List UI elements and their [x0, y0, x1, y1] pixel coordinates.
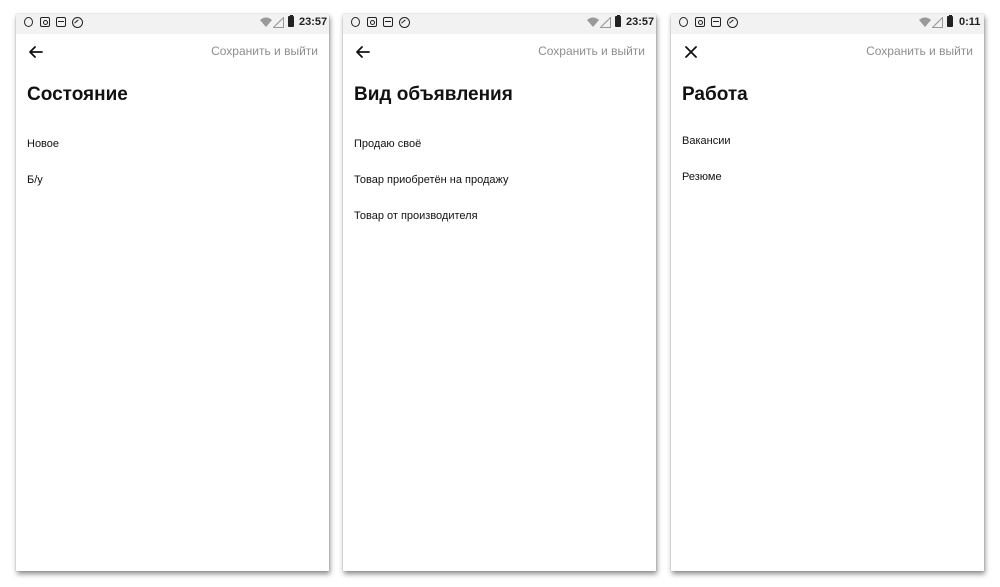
battery-icon: [615, 14, 621, 27]
back-arrow-icon[interactable]: [26, 42, 46, 62]
screen-ad-type: 23:57 Сохранить и выйти Вид объявления П…: [343, 14, 656, 571]
save-and-exit-button[interactable]: Сохранить и выйти: [866, 44, 973, 58]
toolbar: Сохранить и выйти: [671, 34, 984, 70]
toolbar: Сохранить и выйти: [343, 34, 656, 70]
back-arrow-icon[interactable]: [353, 42, 373, 62]
status-time: 23:57: [299, 16, 328, 28]
opera-icon: [679, 17, 688, 27]
page-title: Состояние: [27, 84, 128, 105]
option-new[interactable]: Новое: [27, 138, 59, 150]
battery-icon: [288, 14, 294, 27]
signal-icon: [932, 17, 943, 28]
vpn-icon: [399, 16, 410, 28]
battery-icon: [947, 14, 953, 27]
vpn-icon: [727, 16, 738, 28]
status-time: 23:57: [626, 16, 655, 28]
toolbar: Сохранить и выйти: [16, 34, 329, 70]
signal-icon: [273, 17, 284, 28]
message-icon: [711, 17, 721, 27]
option-resume[interactable]: Резюме: [682, 171, 722, 183]
message-icon: [56, 17, 66, 27]
page-title: Работа: [682, 84, 748, 105]
instagram-icon: [695, 17, 705, 27]
status-bar: 23:57: [343, 14, 656, 34]
wifi-icon: [919, 17, 931, 27]
screen-condition: 23:57 Сохранить и выйти Состояние Новое …: [16, 14, 329, 571]
option-bought-for-resale[interactable]: Товар приобретён на продажу: [354, 174, 509, 186]
opera-icon: [24, 17, 33, 27]
message-icon: [383, 17, 393, 27]
option-selling-own[interactable]: Продаю своё: [354, 138, 421, 150]
wifi-icon: [587, 17, 599, 27]
instagram-icon: [367, 17, 377, 27]
option-used[interactable]: Б/у: [27, 174, 43, 186]
status-bar: 0:11: [671, 14, 984, 34]
save-and-exit-button[interactable]: Сохранить и выйти: [211, 44, 318, 58]
opera-icon: [351, 17, 360, 27]
close-icon[interactable]: [681, 42, 701, 62]
option-from-manufacturer[interactable]: Товар от производителя: [354, 210, 478, 222]
option-vacancies[interactable]: Вакансии: [682, 135, 731, 147]
save-and-exit-button[interactable]: Сохранить и выйти: [538, 44, 645, 58]
screen-job: 0:11 Сохранить и выйти Работа Вакансии Р…: [671, 14, 984, 571]
instagram-icon: [40, 17, 50, 27]
status-time: 0:11: [959, 16, 981, 28]
vpn-icon: [72, 16, 83, 28]
signal-icon: [600, 17, 611, 28]
page-title: Вид объявления: [354, 84, 513, 105]
status-bar: 23:57: [16, 14, 329, 34]
wifi-icon: [260, 17, 272, 27]
